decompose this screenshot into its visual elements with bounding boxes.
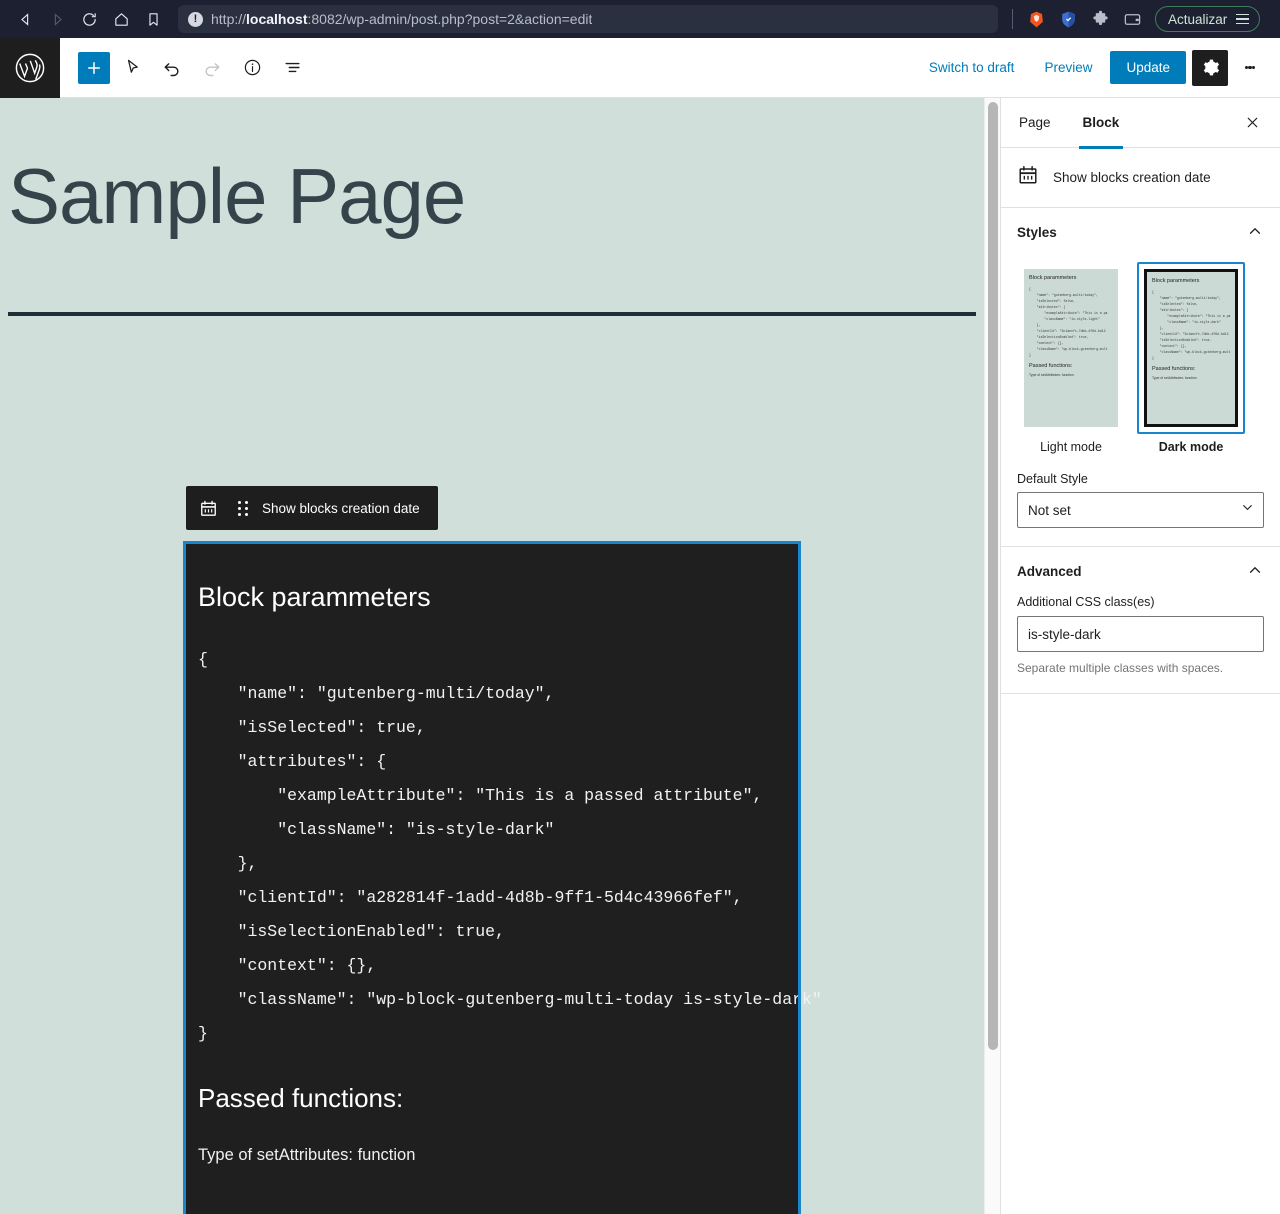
style-option-dark[interactable]: Block parammeters { "name": "gutenberg-m… [1137, 262, 1245, 458]
title-divider [8, 311, 976, 316]
css-class-help-text: Separate multiple classes with spaces. [1017, 661, 1224, 675]
thumb-subheading: Passed functions: [1029, 363, 1073, 369]
today-block[interactable]: Block parammeters { "name": "gutenberg-m… [183, 541, 822, 1214]
chevron-up-icon[interactable] [1246, 222, 1264, 243]
more-options-icon[interactable] [1234, 50, 1266, 86]
block-toolbar-label: Show blocks creation date [262, 500, 420, 516]
advanced-panel: Advanced Additional CSS class(es) Separa… [1001, 547, 1280, 694]
wallet-icon[interactable] [1117, 4, 1147, 34]
styles-panel-header[interactable]: Styles [1017, 208, 1264, 256]
advanced-panel-header[interactable]: Advanced [1017, 547, 1264, 595]
settings-sidebar: Page Block Show blocks creation date Sty… [1000, 98, 1280, 1214]
browser-menu-icon[interactable] [1236, 13, 1250, 25]
browser-forward-button[interactable] [42, 4, 72, 34]
block-drag-handle[interactable] [230, 500, 256, 516]
thumb-code: { "name": "gutenberg-multi/today", "isSe… [1029, 287, 1108, 357]
css-class-label: Additional CSS class(es) [1017, 595, 1155, 609]
thumb-subheading: Passed functions: [1152, 366, 1196, 372]
editor-header: Switch to draft Preview Update [0, 37, 1280, 98]
details-info-icon[interactable] [234, 50, 270, 86]
tab-block[interactable]: Block [1067, 98, 1136, 149]
default-style-label: Default Style [1017, 472, 1088, 486]
undo-icon[interactable] [154, 50, 190, 86]
style-variation-list: Block parammeters { "name": "gutenberg-m… [1017, 262, 1264, 458]
url-text: http://localhost:8082/wp-admin/post.php?… [211, 11, 593, 27]
browser-update-label: Actualizar [1168, 11, 1228, 27]
wordpress-logo-icon[interactable] [0, 37, 60, 98]
style-preview-thumb: Block parammeters { "name": "gutenberg-m… [1144, 269, 1238, 427]
block-footnote: Type of setAttributes: function [198, 1146, 416, 1164]
preview-button[interactable]: Preview [1032, 53, 1104, 82]
close-icon[interactable] [1234, 105, 1270, 141]
calendar-icon [1017, 164, 1039, 191]
default-style-select-wrap: Not set [1017, 492, 1264, 528]
calendar-icon[interactable] [186, 486, 230, 530]
css-class-input[interactable] [1017, 616, 1264, 652]
browser-home-button[interactable] [106, 4, 136, 34]
tab-page[interactable]: Page [1003, 98, 1067, 148]
style-option-label: Light mode [1040, 440, 1102, 454]
style-option-label: Dark mode [1158, 440, 1224, 454]
editor-header-right-tools: Switch to draft Preview Update [917, 49, 1280, 86]
thumb-heading: Block parammeters [1152, 278, 1200, 284]
thumb-footnote: Type of setAttributes: function [1029, 373, 1074, 377]
block-subheading: Passed functions: [198, 1083, 404, 1113]
style-preview-thumb: Block parammeters { "name": "gutenberg-m… [1024, 269, 1118, 427]
site-info-icon[interactable]: ! [188, 11, 203, 27]
default-style-select[interactable]: Not set [1017, 492, 1264, 528]
browser-extensions-area: Actualizar [1006, 4, 1261, 34]
browser-update-button[interactable]: Actualizar [1155, 6, 1261, 32]
block-card-title: Show blocks creation date [1053, 170, 1211, 185]
style-option-light[interactable]: Block parammeters { "name": "gutenberg-m… [1017, 262, 1125, 458]
tools-select-icon[interactable] [114, 50, 150, 86]
list-view-icon[interactable] [274, 50, 310, 86]
brave-shields-icon[interactable] [1053, 4, 1083, 34]
chevron-up-icon[interactable] [1246, 561, 1264, 582]
style-preview-frame: Block parammeters { "name": "gutenberg-m… [1137, 262, 1245, 434]
brave-lion-icon[interactable] [1021, 4, 1051, 34]
extensions-puzzle-icon[interactable] [1085, 4, 1115, 34]
sidebar-tablist: Page Block [1001, 98, 1280, 149]
canvas-scrollbar[interactable] [984, 98, 1000, 1214]
block-parameters-code: { "name": "gutenberg-multi/today", "isSe… [198, 650, 822, 1043]
editor-canvas[interactable]: Sample Page Show blocks creation date Bl… [0, 98, 984, 1214]
toolbar-divider [1012, 9, 1013, 29]
editor-header-left-tools [60, 50, 310, 86]
browser-address-bar[interactable]: ! http://localhost:8082/wp-admin/post.ph… [178, 5, 998, 33]
settings-gear-icon[interactable] [1192, 49, 1228, 86]
add-block-button[interactable] [78, 51, 110, 84]
editor-canvas-wrapper: Sample Page Show blocks creation date Bl… [0, 98, 1000, 1214]
update-button[interactable]: Update [1110, 51, 1186, 84]
browser-back-button[interactable] [10, 4, 40, 34]
canvas-scrollbar-thumb[interactable] [988, 102, 998, 1050]
block-toolbar: Show blocks creation date [186, 486, 438, 530]
editor-body: Sample Page Show blocks creation date Bl… [0, 98, 1280, 1214]
browser-toolbar: ! http://localhost:8082/wp-admin/post.ph… [0, 0, 1280, 38]
advanced-panel-title: Advanced [1017, 563, 1082, 579]
style-preview-frame: Block parammeters { "name": "gutenberg-m… [1017, 262, 1125, 434]
redo-icon[interactable] [194, 50, 230, 86]
thumb-code: { "name": "gutenberg-multi/today", "isSe… [1152, 290, 1231, 360]
styles-panel-title: Styles [1017, 224, 1057, 240]
thumb-heading: Block parammeters [1029, 275, 1077, 281]
switch-to-draft-button[interactable]: Switch to draft [917, 53, 1027, 82]
browser-bookmark-icon[interactable] [138, 4, 168, 34]
thumb-footnote: Type of setAttributes: function [1152, 376, 1197, 380]
block-card: Show blocks creation date [1001, 148, 1280, 208]
browser-reload-button[interactable] [74, 4, 104, 34]
block-heading: Block parammeters [198, 582, 431, 612]
page-title[interactable]: Sample Page [0, 98, 984, 238]
styles-panel: Styles Block parammeters { "name": "gute… [1001, 208, 1280, 547]
